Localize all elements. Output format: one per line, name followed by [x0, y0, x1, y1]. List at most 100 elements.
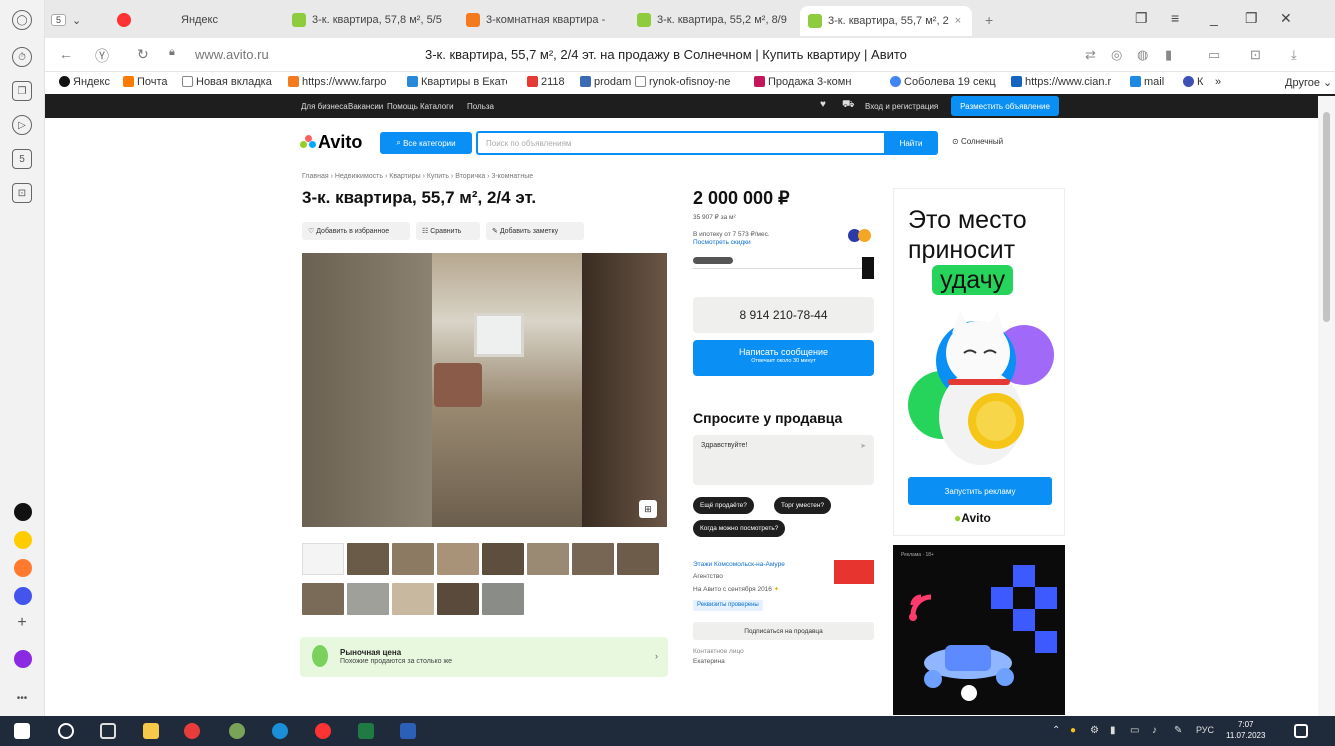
main-photo[interactable]: ⊞	[302, 253, 667, 527]
market-price-banner[interactable]: Рыночная цена Похожие продаются за столь…	[300, 637, 668, 677]
bookmark-item[interactable]: rynok-ofisnoy-ne	[635, 76, 743, 88]
tray-volume-icon[interactable]: ♪	[1152, 725, 1157, 736]
find-button[interactable]: Найти	[884, 131, 938, 155]
bookmarks-other[interactable]: Другое ⌄	[1285, 76, 1332, 89]
thumbnail[interactable]	[482, 543, 524, 575]
tray-app-icon[interactable]: ●	[1070, 725, 1076, 736]
ad-banner[interactable]: Это место приносит удачу Запустить рекла…	[893, 188, 1065, 536]
windows-start-icon[interactable]	[14, 723, 30, 739]
word-icon[interactable]	[400, 723, 416, 739]
link-business[interactable]: Для бизнеса	[301, 102, 348, 111]
tab-listing-active[interactable]: 3-к. квартира, 55,7 м², 2 ×	[800, 6, 972, 36]
clock[interactable]: 7:07 11.07.2023	[1226, 719, 1265, 741]
add-app-icon[interactable]: +	[12, 613, 32, 633]
restore-icon[interactable]: ❐	[1245, 10, 1258, 27]
breadcrumb[interactable]: Главная › Недвижимость › Квартиры › Купи…	[302, 173, 533, 180]
reload-icon[interactable]: ↻	[137, 46, 149, 63]
show-phone-button[interactable]: 8 914 210-78-44	[693, 297, 874, 333]
app-icon-4[interactable]	[14, 587, 32, 605]
url-text[interactable]: www.avito.ru	[195, 47, 269, 62]
profile-icon[interactable]: ◯	[12, 10, 32, 30]
write-message-button[interactable]: Написать сообщение Отвечает около 30 мин…	[693, 340, 874, 376]
tab-listing-1[interactable]: 3-к. квартира, 57,8 м², 5/5	[292, 7, 460, 33]
yandex-browser-icon[interactable]	[184, 723, 200, 739]
tab-yandex[interactable]: Яндекс	[117, 7, 287, 33]
seller-name-link[interactable]: Этажи Комсомольск-на-Амуре	[693, 561, 785, 568]
link-catalogs[interactable]: Каталоги	[420, 102, 454, 111]
bookmark-item[interactable]: Почта	[123, 76, 168, 88]
thumbnail[interactable]	[437, 583, 479, 615]
bookmarks-overflow[interactable]: »	[1215, 76, 1221, 88]
excel-icon[interactable]	[358, 723, 374, 739]
bookmark-item[interactable]: Квартиры в Екате	[407, 76, 507, 88]
notifications-icon[interactable]	[1294, 724, 1308, 738]
thumbnail[interactable]	[347, 583, 389, 615]
login-link[interactable]: Вход и регистрация	[865, 102, 938, 111]
location-selector[interactable]: ⊙ Солнечный	[952, 137, 1003, 146]
heart-icon[interactable]: ♥	[820, 99, 826, 110]
link-help[interactable]: Помощь	[387, 102, 418, 111]
task-view-icon[interactable]	[100, 723, 116, 739]
bookmark-item[interactable]: 2118	[527, 76, 565, 88]
add-favorite-button[interactable]: ♡ Добавить в избранное	[302, 222, 410, 240]
app-taskbar-icon[interactable]	[229, 723, 245, 739]
tray-settings-icon[interactable]: ⚙	[1090, 725, 1099, 736]
bookmark-item[interactable]: https://www.farpo	[288, 76, 388, 88]
edge-icon[interactable]	[272, 723, 288, 739]
bookmark-item[interactable]: Новая вкладка	[182, 76, 272, 88]
discounts-link[interactable]: Посмотреть скидки	[693, 239, 751, 246]
extensions-icon[interactable]: ⊡	[1250, 47, 1261, 63]
search-input[interactable]: Поиск по объявлениям	[476, 131, 886, 155]
thumbnail[interactable]	[572, 543, 614, 575]
quick-question-chip[interactable]: Когда можно посмотреть?	[693, 520, 786, 537]
ask-seller-input[interactable]: Здравствуйте! ➤	[693, 435, 874, 485]
subscribe-seller-button[interactable]: Подписаться на продавца	[693, 622, 874, 640]
page-scrollbar[interactable]	[1318, 96, 1335, 716]
collections-icon[interactable]: ❐	[12, 81, 32, 101]
thumbnail[interactable]	[302, 583, 344, 615]
close-tab-icon[interactable]: ×	[955, 15, 961, 27]
tab-listing-2[interactable]: 3-комнатная квартира -	[466, 7, 628, 33]
tab-counter[interactable]: 5 ⌄	[51, 7, 81, 33]
tray-chevron-icon[interactable]: ⌃	[1052, 725, 1060, 736]
file-explorer-icon[interactable]	[143, 723, 159, 739]
bookmark-item[interactable]: К	[1183, 76, 1203, 88]
quick-question-chip[interactable]: Торг уместен?	[774, 497, 832, 514]
thumbnail[interactable]	[527, 543, 569, 575]
bookmark-item[interactable]: Яндекс	[59, 76, 110, 88]
history-icon[interactable]: ⏱	[12, 47, 32, 67]
tray-usb-icon[interactable]: ▮	[1110, 725, 1116, 736]
bookmark-icon[interactable]: ▮	[1165, 47, 1172, 63]
thumbnail[interactable]	[437, 543, 479, 575]
download-icon[interactable]: ⤓	[1291, 47, 1297, 63]
tray-pen-icon[interactable]: ✎	[1174, 725, 1182, 736]
new-tab-button[interactable]: +	[985, 7, 993, 33]
thumbnail[interactable]	[617, 543, 659, 575]
yandex-icon[interactable]	[315, 723, 331, 739]
search-icon[interactable]	[58, 723, 74, 739]
alice-icon[interactable]	[14, 650, 32, 668]
bookmark-item[interactable]: Соболева 19 секц	[890, 76, 1000, 88]
protect-icon[interactable]: ◍	[1137, 47, 1148, 63]
seller-logo[interactable]	[834, 560, 874, 584]
app-icon-3[interactable]	[14, 559, 32, 577]
quick-question-chip[interactable]: Ещё продаёте?	[693, 497, 754, 514]
translate-icon[interactable]: ⇄	[1085, 47, 1096, 63]
compare-button[interactable]: ☷ Сравнить	[416, 222, 480, 240]
screenshot-icon[interactable]: ⊡	[12, 183, 32, 203]
post-ad-button[interactable]: Разместить объявление	[951, 96, 1059, 116]
send-icon[interactable]: ➤	[860, 442, 866, 450]
link-vacancies[interactable]: Вакансии	[348, 102, 383, 111]
app-icon-2[interactable]	[14, 531, 32, 549]
bookmarks-panel-icon[interactable]: ❐	[1135, 10, 1148, 27]
zen-icon[interactable]: ▷	[12, 115, 32, 135]
minimize-icon[interactable]: _	[1210, 10, 1218, 26]
bookmark-item[interactable]: Продажа 3-комн	[754, 76, 878, 88]
link-benefit[interactable]: Польза	[467, 102, 494, 111]
close-window-icon[interactable]: ✕	[1280, 10, 1292, 27]
bookmark-item[interactable]: mail	[1130, 76, 1164, 88]
yandex-home-icon[interactable]: Ⓨ	[95, 46, 109, 66]
language-indicator[interactable]: РУС	[1196, 725, 1214, 735]
scrollbar-thumb[interactable]	[1323, 112, 1330, 322]
cart-icon[interactable]: ⛟	[842, 99, 855, 112]
